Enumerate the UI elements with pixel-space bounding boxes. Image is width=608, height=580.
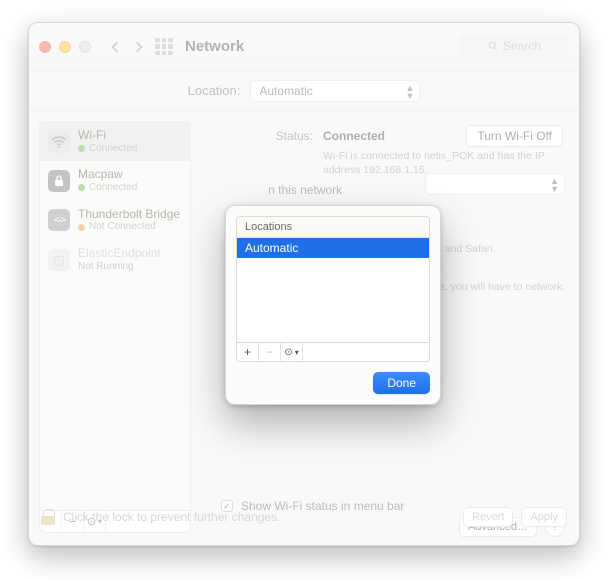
network-prefpane-window: Network Search Location: Automatic ▲▼ Wi… xyxy=(28,22,580,546)
locations-column-header: Locations xyxy=(237,217,429,238)
remove-location-button[interactable]: − xyxy=(259,343,281,361)
locations-modal: Locations Automatic + − ⊙▾ Done xyxy=(225,205,441,405)
location-item[interactable]: Automatic xyxy=(237,238,429,258)
locations-list[interactable]: Locations Automatic xyxy=(236,216,430,342)
add-location-button[interactable]: + xyxy=(237,343,259,361)
locations-toolbar: + − ⊙▾ xyxy=(236,342,430,362)
location-actions-menu[interactable]: ⊙▾ xyxy=(281,343,303,361)
done-button[interactable]: Done xyxy=(373,372,430,394)
